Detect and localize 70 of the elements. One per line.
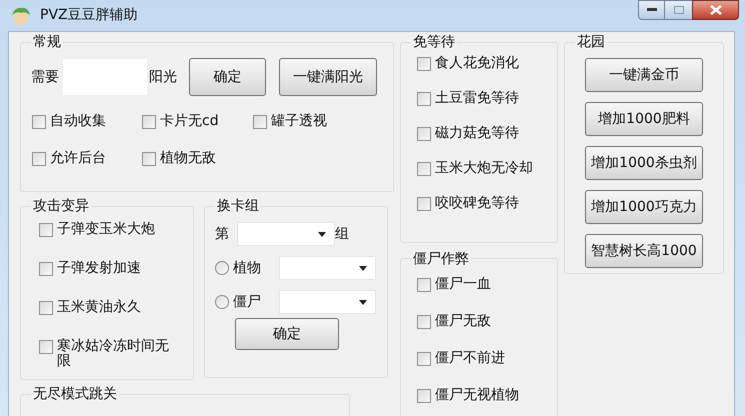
checkbox[interactable] xyxy=(142,115,156,129)
button[interactable]: 增加1000巧克力 xyxy=(585,190,703,224)
checkbox-label: 僵尸不前进 xyxy=(435,350,505,366)
button[interactable]: 确定 xyxy=(235,318,339,350)
field-label: 需要 xyxy=(31,68,59,86)
checkbox-label: 卡片无cd xyxy=(160,114,219,129)
checkbox-label: 僵尸无视植物 xyxy=(435,388,519,403)
caret-icon xyxy=(359,266,367,270)
checkbox-label: 自动收集 xyxy=(50,114,106,129)
checkbox-label: 僵尸无敌 xyxy=(435,314,491,329)
group-title: 常规 xyxy=(32,34,62,50)
checkbox-label: 子弹变玉米大炮 xyxy=(57,222,155,237)
window-title: PVZ豆豆胖辅助 xyxy=(40,6,138,25)
button[interactable]: 智慧树长高1000 xyxy=(585,234,703,268)
checkbox[interactable] xyxy=(32,115,46,129)
minimize-icon xyxy=(646,8,656,12)
checkbox[interactable] xyxy=(417,162,431,176)
button[interactable]: 一键满金币 xyxy=(585,58,703,92)
checkbox[interactable] xyxy=(253,115,267,129)
checkbox[interactable] xyxy=(417,127,431,141)
radio-label: 植物 xyxy=(233,258,262,278)
checkbox-label: 僵尸一血 xyxy=(435,276,491,292)
caret-icon xyxy=(359,300,367,304)
button[interactable]: 增加1000杀虫剂 xyxy=(585,146,703,180)
group-title: 僵尸作弊 xyxy=(412,250,470,267)
checkbox[interactable] xyxy=(417,388,431,403)
checkbox[interactable] xyxy=(32,152,46,166)
checkbox[interactable] xyxy=(417,197,431,211)
radio-button[interactable] xyxy=(215,295,229,309)
minimize-button[interactable] xyxy=(638,0,665,20)
checkbox[interactable] xyxy=(39,262,53,276)
checkbox-label: 玉米大炮无冷却 xyxy=(435,161,533,176)
checkbox[interactable] xyxy=(417,352,431,366)
checkbox-label: 允许后台 xyxy=(50,151,106,166)
radio-button[interactable] xyxy=(215,261,229,275)
field-label: 第 xyxy=(215,224,229,244)
button[interactable]: 一键满阳光 xyxy=(279,58,377,96)
group-title: 花园 xyxy=(576,34,606,50)
checkbox-label: 咬咬碑免等待 xyxy=(435,196,519,211)
maximize-icon xyxy=(674,6,684,14)
field-label: 阳光 xyxy=(149,68,177,86)
field-label: 组 xyxy=(335,224,349,244)
group-title: 免等待 xyxy=(412,34,456,50)
checkbox-label: 食人花免消化 xyxy=(435,56,519,71)
group-title: 无尽模式跳关 xyxy=(32,386,118,402)
checkbox[interactable] xyxy=(39,340,53,354)
checkbox[interactable] xyxy=(39,223,53,237)
checkbox-label: 罐子透视 xyxy=(271,114,327,129)
button[interactable]: 增加1000肥料 xyxy=(585,102,703,136)
button[interactable]: 确定 xyxy=(189,58,266,96)
checkbox-label: 寒冰姑冷冻时间无限 xyxy=(57,339,170,369)
radio-label: 僵尸 xyxy=(233,292,262,312)
caret-icon xyxy=(318,232,326,236)
maximize-button[interactable] xyxy=(665,0,692,20)
checkbox[interactable] xyxy=(39,301,53,315)
close-icon xyxy=(710,5,722,15)
group-title: 攻击变异 xyxy=(32,198,90,214)
checkbox[interactable] xyxy=(417,92,431,106)
checkbox-label: 玉米黄油永久 xyxy=(57,300,141,315)
close-button[interactable] xyxy=(692,0,739,20)
checkbox-label: 植物无敌 xyxy=(160,151,216,166)
checkbox[interactable] xyxy=(417,314,431,329)
checkbox[interactable] xyxy=(417,57,431,71)
checkbox-label: 磁力菇免等待 xyxy=(435,126,519,141)
checkbox[interactable] xyxy=(417,278,431,292)
checkbox-label: 土豆雷免等待 xyxy=(435,91,519,106)
app-icon xyxy=(10,6,32,26)
group-title: 换卡组 xyxy=(216,198,260,214)
checkbox-label: 子弹发射加速 xyxy=(57,261,141,276)
checkbox[interactable] xyxy=(142,152,156,166)
